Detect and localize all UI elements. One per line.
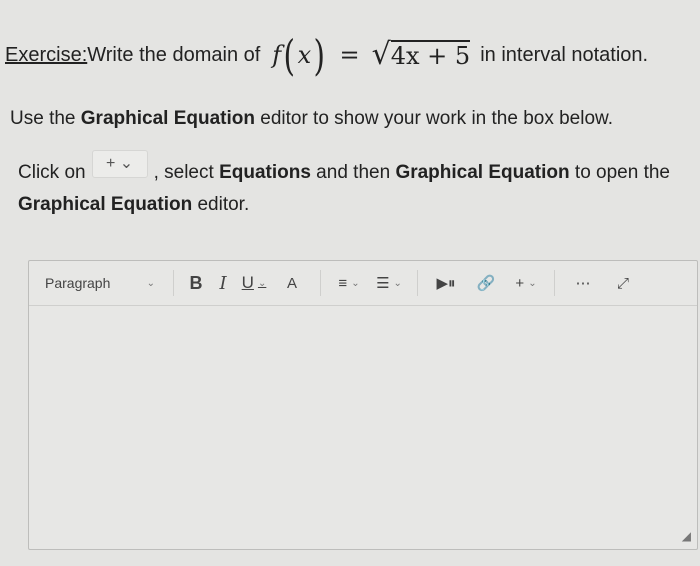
click-mid2: and then (310, 162, 396, 183)
click-bold1: Equations (219, 162, 311, 183)
text-color-button[interactable]: A (272, 268, 312, 298)
paragraph-label: Paragraph (45, 275, 111, 291)
rich-text-editor: Paragraph ⌄ B I U ⌄ A ≡ ⌄ ☰ ⌄ ▶⏸ 🔗 + ⌄ ⋯ ⤢ ◢ (28, 260, 698, 550)
exercise-text-after: in interval notation. (480, 43, 649, 66)
click-bold3: Graphical Equation (18, 194, 193, 215)
toolbar-divider (320, 270, 321, 296)
exercise-label: Exercise: (5, 43, 88, 66)
use-instruction: Use the Graphical Equation editor to sho… (10, 108, 613, 130)
exercise-text: Write the domain of (87, 43, 261, 66)
toolbar-divider (417, 270, 418, 296)
domain-function: f ( x ) = √ 4x + 5 (272, 30, 471, 80)
math-sqrt: √ 4x + 5 (372, 40, 471, 70)
click-prefix: Click on (18, 162, 86, 183)
fullscreen-button[interactable]: ⤢ (603, 268, 643, 298)
underline-button[interactable]: U ⌄ (236, 268, 272, 298)
click-mid1: , select (153, 162, 220, 183)
toolbar-divider (554, 270, 555, 296)
chevron-down-icon: ⌄ (146, 277, 155, 289)
click-bold2: Graphical Equation (395, 162, 570, 183)
align-button[interactable]: ≡ ⌄ (329, 268, 369, 298)
math-f: f (272, 41, 282, 69)
use-suffix: editor to show your work in the box belo… (254, 108, 613, 129)
plus-icon: + (515, 274, 525, 292)
list-icon: ☰ (376, 275, 390, 292)
chevron-down-icon: ⌄ (393, 277, 402, 289)
insert-plus-button[interactable]: + ⌄ (91, 150, 148, 178)
click-suffix: editor. (192, 194, 250, 215)
exercise-line: Exercise: Write the domain of f ( x ) = … (5, 30, 648, 80)
click-mid3: to open the (569, 162, 671, 183)
media-button[interactable]: ▶⏸ (426, 268, 466, 298)
editor-toolbar: Paragraph ⌄ B I U ⌄ A ≡ ⌄ ☰ ⌄ ▶⏸ 🔗 + ⌄ ⋯ ⤢ (29, 261, 697, 306)
paragraph-format-select[interactable]: Paragraph ⌄ (29, 268, 165, 298)
editor-content-area[interactable]: ◢ (29, 306, 697, 549)
math-x: x (297, 41, 312, 69)
italic-button[interactable]: I (210, 268, 236, 298)
bold-button[interactable]: B (182, 268, 210, 298)
math-paren-open: ( (283, 30, 296, 80)
toolbar-divider (173, 270, 174, 296)
insert-button[interactable]: + ⌄ (506, 268, 546, 298)
math-equals: = (339, 41, 360, 69)
math-radicand: 4x + 5 (390, 40, 471, 70)
align-icon: ≡ (338, 274, 348, 292)
resize-handle-icon[interactable]: ◢ (682, 529, 691, 543)
chevron-down-icon: ⌄ (528, 277, 537, 289)
click-instruction: Click on + ⌄, select Equations and then G… (18, 150, 678, 220)
chevron-down-icon: ⌄ (257, 277, 267, 289)
use-prefix: Use the (10, 108, 81, 129)
underline-label: U (241, 273, 254, 292)
more-button[interactable]: ⋯ (563, 268, 603, 298)
chevron-down-icon: ⌄ (351, 277, 360, 289)
link-button[interactable]: 🔗 (466, 268, 506, 298)
list-button[interactable]: ☰ ⌄ (369, 268, 409, 298)
math-paren-close: ) (313, 30, 326, 80)
sqrt-icon: √ (371, 37, 391, 72)
use-bold: Graphical Equation (80, 108, 255, 129)
